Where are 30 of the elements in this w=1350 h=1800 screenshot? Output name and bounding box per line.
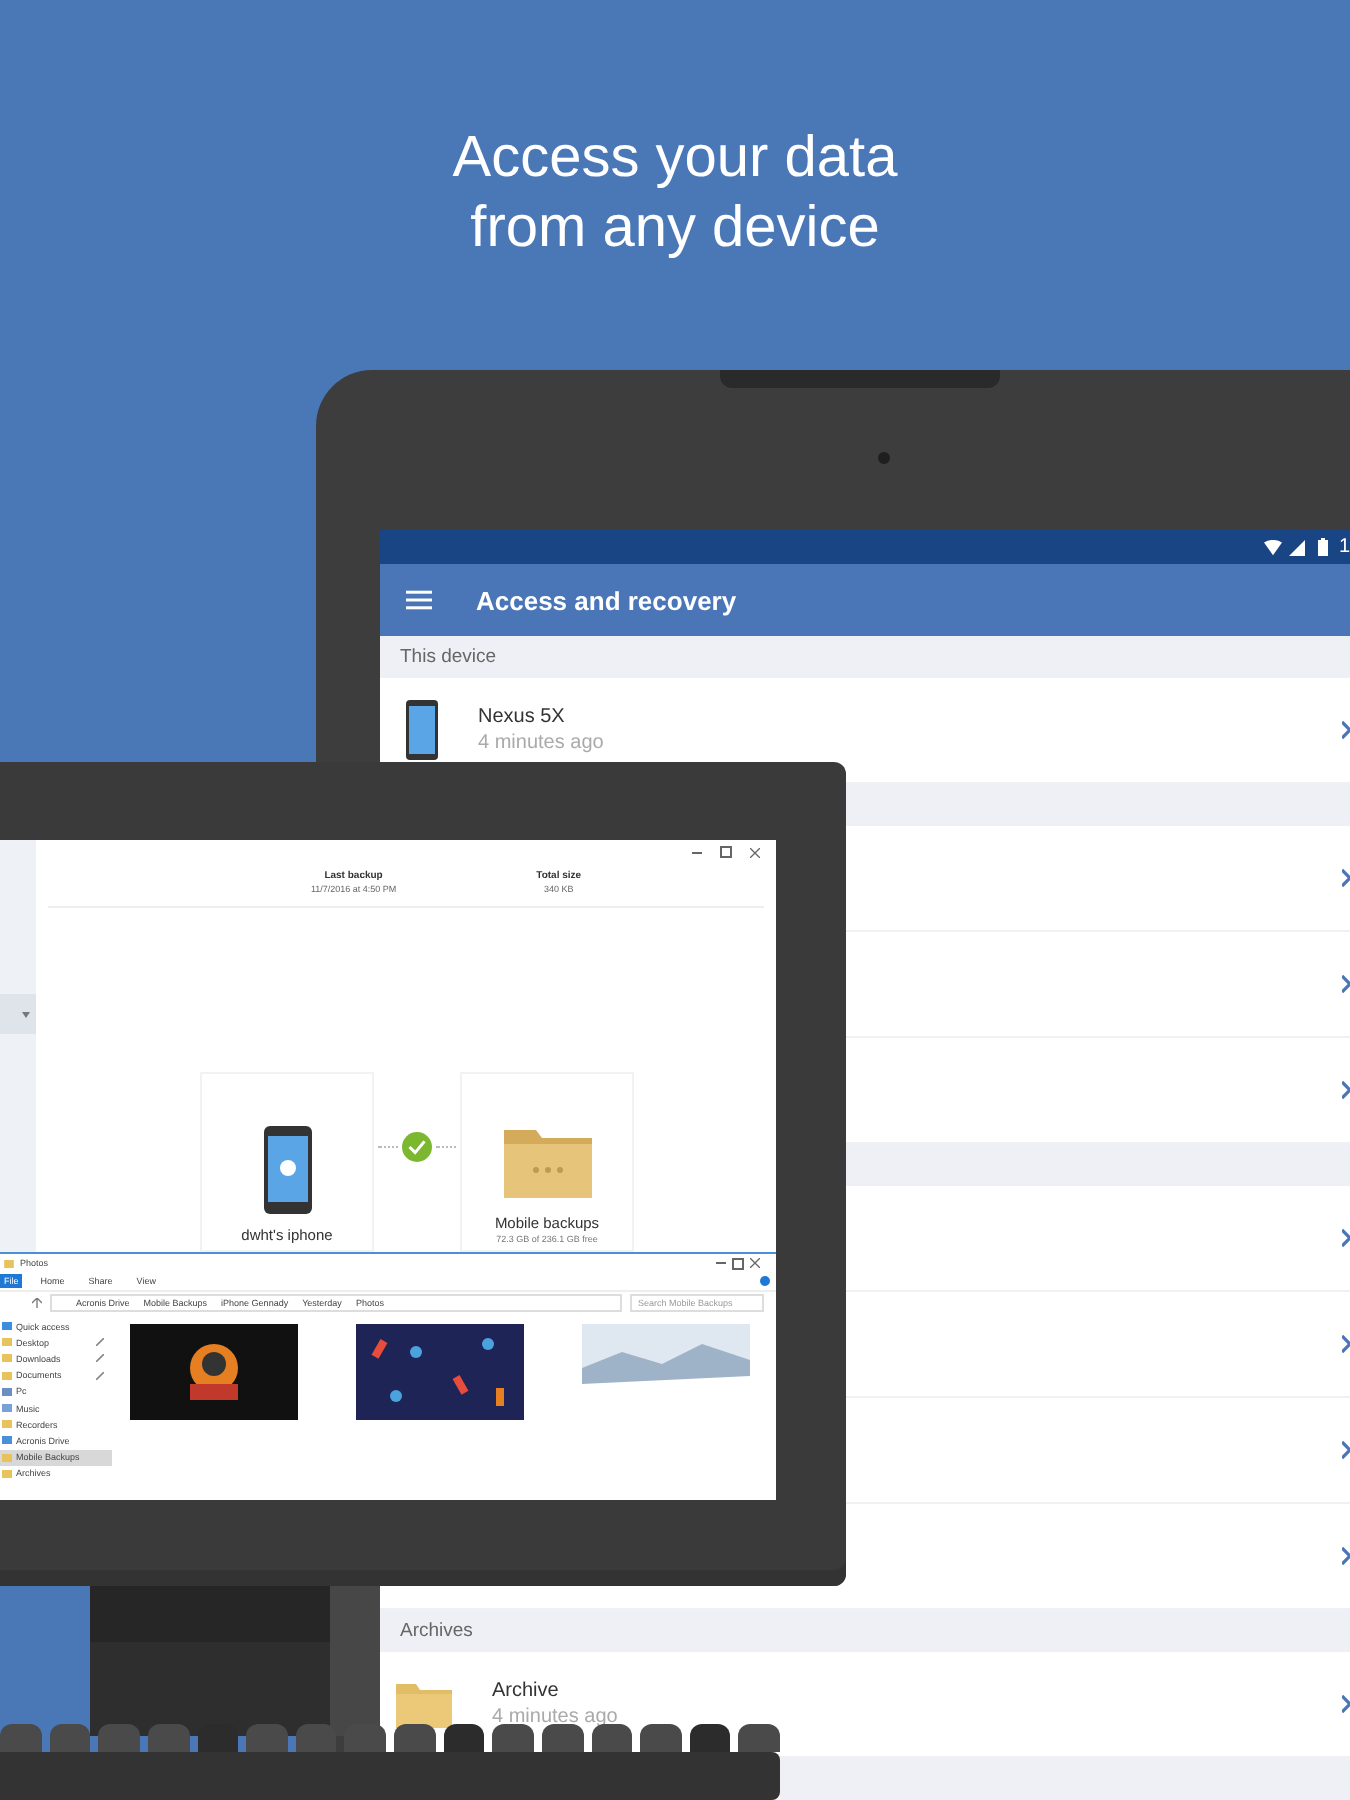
folder-icon <box>4 1259 14 1267</box>
phone-icon <box>263 1126 311 1214</box>
wifi-icon <box>1264 539 1283 555</box>
backup-time: 4 minutes ago <box>478 732 604 754</box>
menu-icon[interactable] <box>406 590 432 610</box>
battery-icon <box>1318 538 1329 556</box>
section-title: Archives <box>400 1620 473 1642</box>
dotted-line <box>436 1145 456 1147</box>
folder-icon <box>503 1126 591 1198</box>
app-title: Access and recovery <box>476 585 737 615</box>
close-icon[interactable] <box>750 1258 760 1268</box>
clock-text: 1 <box>1338 536 1350 558</box>
maximize-icon[interactable] <box>720 846 732 858</box>
caret-icon <box>22 1011 30 1017</box>
up-arrow-icon[interactable] <box>32 1297 42 1307</box>
camera-dot <box>878 452 890 464</box>
headline-text: from any device <box>470 194 880 264</box>
dotted-line <box>378 1145 398 1147</box>
maximize-icon[interactable] <box>732 1257 744 1269</box>
headline-text: Access your data <box>452 124 898 194</box>
section-title: This device <box>400 646 497 668</box>
device-name: Nexus 5X <box>478 706 567 728</box>
minimize-icon[interactable] <box>692 851 702 853</box>
device-name: Archive <box>492 1680 561 1702</box>
folder-icon <box>396 1680 452 1728</box>
help-icon[interactable] <box>760 1276 770 1286</box>
signal-icon <box>1288 539 1307 555</box>
folder-icon <box>2 1420 12 1429</box>
close-icon[interactable] <box>750 847 760 857</box>
backup-time: 4 minutes ago <box>492 1706 618 1728</box>
